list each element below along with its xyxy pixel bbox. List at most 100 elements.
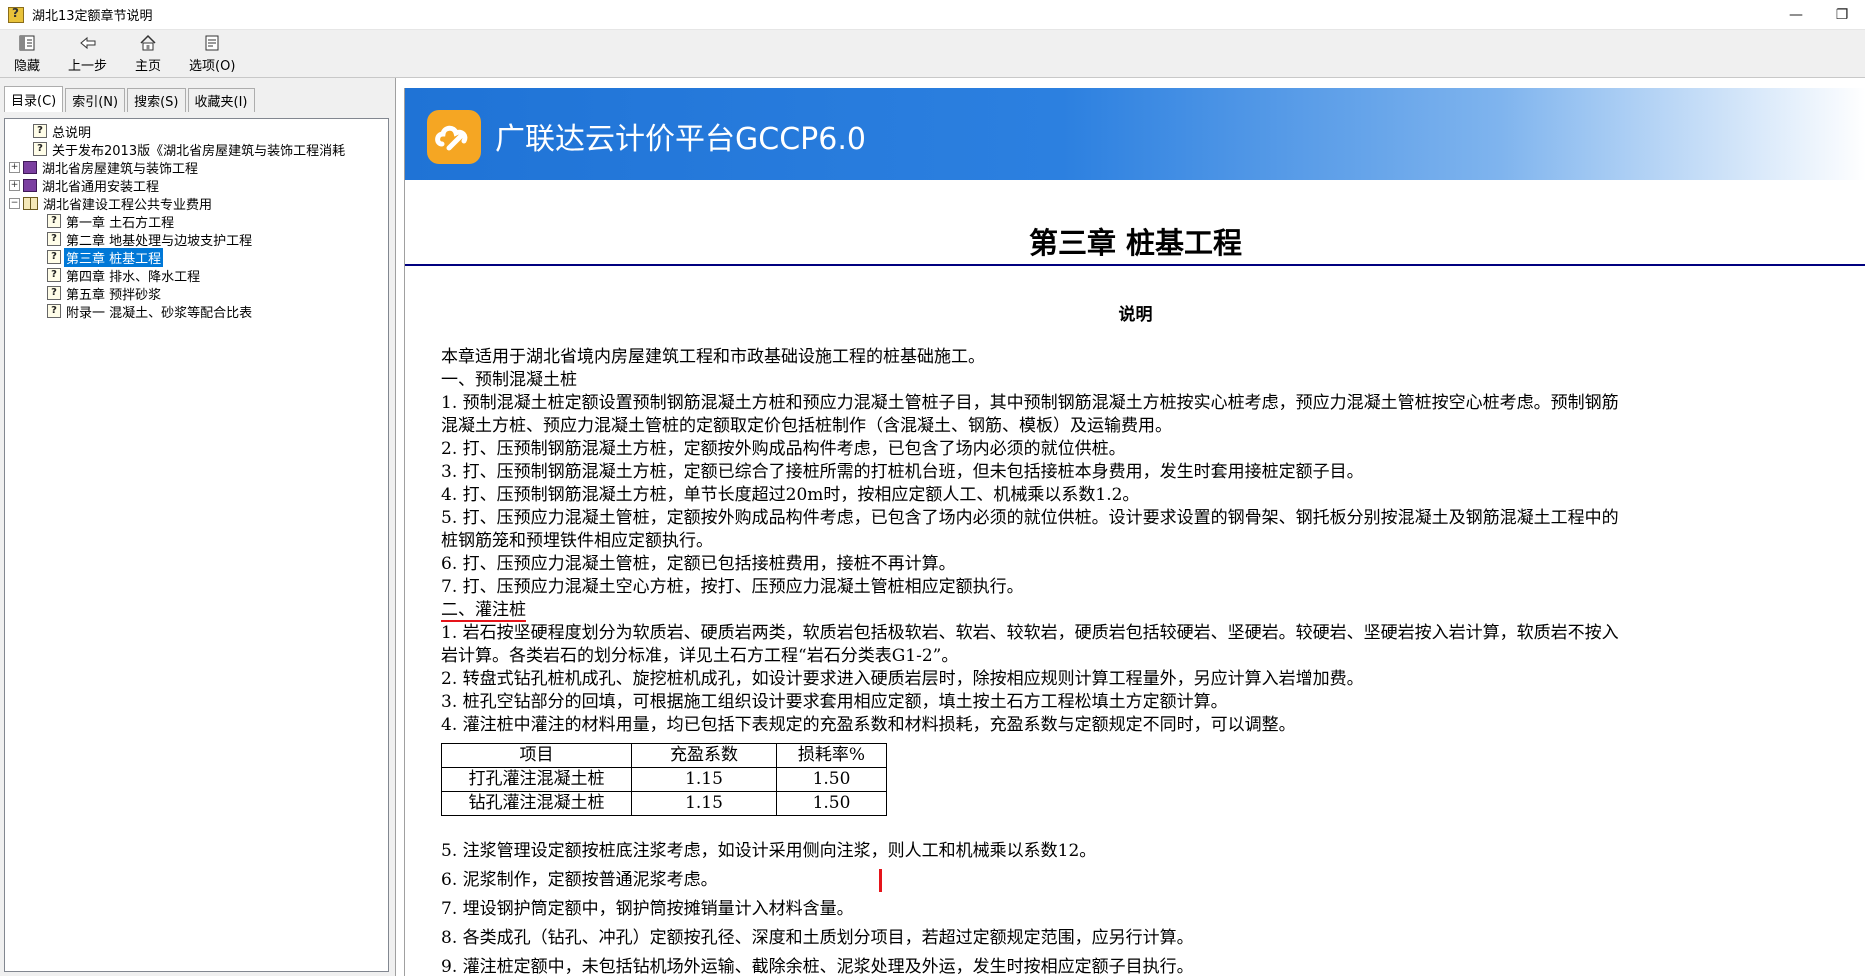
navigation-pane: 目录(C) 索引(N) 搜索(S) 收藏夹(I) ? 总说明 ? 关于发布201… (0, 78, 396, 976)
section-heading-cast-in-place: 二、灌注桩 (441, 599, 1861, 622)
paragraph: 5. 打、压预应力混凝土管桩，定额按外购成品构件考虑，已包含了场内必须的就位供桩… (441, 508, 1619, 528)
window-title: 湖北13定额章节说明 (32, 9, 153, 24)
help-page-icon: ? (47, 304, 61, 318)
paragraph: 8. 各类成孔（钻孔、冲孔）定额按孔径、深度和土质划分项目，若超过定额规定范围，… (441, 928, 1194, 948)
home-button[interactable]: 主页 (121, 30, 175, 78)
tab-contents[interactable]: 目录(C) (4, 86, 64, 112)
paragraph: 3. 桩孔空钻部分的回填，可根据施工组织设计要求套用相应定额，填土按土石方工程松… (441, 692, 1228, 712)
help-page-icon: ? (33, 142, 47, 156)
table-header: 项目 (441, 743, 632, 768)
tree-item-label: 第四章 排水、降水工程 (66, 269, 201, 285)
contents-tree: ? 总说明 ? 关于发布2013版《湖北省房屋建筑与装饰工程消耗 + 湖北省房屋… (4, 118, 389, 972)
tree-item-public[interactable]: − 湖北省建设工程公共专业费用 (5, 194, 388, 213)
back-button[interactable]: 上一步 (54, 30, 121, 78)
tree-item-label: 关于发布2013版《湖北省房屋建筑与装饰工程消耗 (52, 143, 346, 159)
options-button[interactable]: 选项(O) (175, 30, 249, 78)
table-header-row: 项目 充盈系数 损耗率% (441, 743, 887, 768)
red-highlight-box: 6. 泥浆制作，定额按普通泥浆考虑。 (441, 869, 882, 892)
chapter-body: 本章适用于湖北省境内房屋建筑工程和市政基础设施工程的桩基础施工。 一、预制混凝土… (441, 346, 1861, 976)
section-title: 说明 (1118, 305, 1153, 325)
tree-item-label: 附录一 混凝土、砂浆等配合比表 (66, 305, 253, 321)
paragraph: 混凝土方桩、预应力混凝土管桩的定额取定价包括桩制作（含混凝土、钢筋、模板）及运输… (441, 416, 1172, 436)
tab-search[interactable]: 搜索(S) (127, 88, 186, 112)
paragraph: 一、预制混凝土桩 (441, 370, 577, 390)
paragraph: 6. 打、压预应力混凝土管桩，定额已包括接桩费用，接桩不再计算。 (441, 554, 956, 574)
title-divider (405, 264, 1865, 266)
tree-item-label: 湖北省建设工程公共专业费用 (43, 197, 213, 213)
table-cell: 1.50 (776, 791, 887, 816)
nav-tabs: 目录(C) 索引(N) 搜索(S) 收藏夹(I) (4, 86, 257, 112)
table-cell: 打孔灌注混凝土桩 (441, 767, 632, 792)
paragraph: 岩计算。各类岩石的划分标准，详见土石方工程“岩石分类表G1-2”。 (441, 646, 959, 666)
tree-item-building[interactable]: + 湖北省房屋建筑与装饰工程 (5, 158, 388, 177)
tree-item-appendix-1[interactable]: ? 附录一 混凝土、砂浆等配合比表 (5, 302, 388, 321)
expand-icon[interactable]: + (9, 179, 20, 191)
tree-item-chapter-2[interactable]: ? 第二章 地基处理与边坡支护工程 (5, 230, 388, 249)
paragraph: 3. 打、压预制钢筋混凝土方桩，定额已综合了接桩所需的打桩机台班，但未包括接桩本… (441, 462, 1364, 482)
paragraph: 4. 打、压预制钢筋混凝土方桩，单节长度超过20m时，按相应定额人工、机械乘以系… (441, 485, 1140, 505)
paragraph: 1. 岩石按坚硬程度划分为软质岩、硬质岩两类，软质岩包括极软岩、软岩、较软岩，硬… (441, 623, 1619, 643)
tree-item-chapter-4[interactable]: ? 第四章 排水、降水工程 (5, 266, 388, 285)
help-page-icon: ? (47, 214, 61, 228)
table-cell: 1.15 (631, 791, 777, 816)
toolbar: 隐藏 上一步 主页 选项(O) (0, 30, 1865, 78)
red-underlined-heading: 二、灌注桩 (441, 600, 526, 622)
table-row: 钻孔灌注混凝土桩 1.15 1.50 (441, 791, 887, 816)
tab-favorites[interactable]: 收藏夹(I) (187, 88, 255, 112)
paragraph: 4. 灌注桩中灌注的材料用量，均已包括下表规定的充盈系数和材料损耗，充盈系数与定… (441, 715, 1296, 735)
window-controls: — ❐ (1773, 0, 1865, 30)
closed-book-icon (23, 160, 37, 174)
help-page-icon: ? (47, 250, 61, 264)
paragraph: 1. 预制混凝土桩定额设置预制钢筋混凝土方桩和预应力混凝土管桩子目，其中预制钢筋… (441, 393, 1619, 413)
hide-button[interactable]: 隐藏 (0, 30, 54, 78)
tree-item-installation[interactable]: + 湖北省通用安装工程 (5, 176, 388, 195)
tree-item-chapter-5[interactable]: ? 第五章 预拌砂浆 (5, 284, 388, 303)
table-cell: 1.50 (776, 767, 887, 792)
open-book-icon (23, 196, 38, 210)
expand-icon[interactable]: + (9, 161, 20, 173)
tree-item-label: 第一章 土石方工程 (66, 215, 175, 231)
table-header: 损耗率% (776, 743, 887, 768)
product-banner: 广联达云计价平台GCCP6.0 (405, 88, 1865, 180)
paragraph: 7. 打、压预应力混凝土空心方桩，按打、压预应力混凝土管桩相应定额执行。 (441, 577, 1024, 597)
closed-book-icon (23, 178, 37, 192)
tree-item-label: 第五章 预拌砂浆 (66, 287, 162, 303)
hide-label: 隐藏 (14, 59, 41, 74)
collapse-icon[interactable]: − (9, 197, 20, 209)
back-label: 上一步 (68, 59, 108, 74)
help-page-icon: ? (47, 268, 61, 282)
table-cell: 1.15 (631, 767, 777, 792)
paragraph: 5. 注浆管理设定额按桩底注浆考虑，如设计采用侧向注浆，则人工和机械乘以系数12… (441, 841, 1097, 861)
tree-item-label: 第二章 地基处理与边坡支护工程 (66, 233, 253, 249)
tree-item-label: 湖北省房屋建筑与装饰工程 (42, 161, 199, 177)
cloud-logo-icon (427, 110, 481, 164)
banner-title: 广联达云计价平台GCCP6.0 (495, 122, 866, 157)
tree-item-chapter-3[interactable]: ? 第三章 桩基工程 (5, 247, 388, 267)
back-arrow-icon (79, 36, 96, 50)
minimize-button[interactable]: — (1773, 0, 1819, 30)
tree-item-chapter-1[interactable]: ? 第一章 土石方工程 (5, 212, 388, 231)
help-page-icon: ? (33, 124, 47, 138)
paragraph: 2. 打、压预制钢筋混凝土方桩，定额按外购成品构件考虑，已包含了场内必须的就位供… (441, 439, 1126, 459)
table-row: 打孔灌注混凝土桩 1.15 1.50 (441, 767, 887, 792)
paragraph: 桩钢筋笼和预埋铁件相应定额执行。 (441, 531, 713, 551)
title-bar: 湖北13定额章节说明 — ❐ (0, 0, 1865, 30)
paragraph: 7. 埋设钢护筒定额中，钢护筒按摊销量计入材料含量。 (441, 899, 854, 919)
paragraph: 本章适用于湖北省境内房屋建筑工程和市政基础设施工程的桩基础施工。 (441, 347, 985, 367)
restore-button[interactable]: ❐ (1819, 0, 1865, 30)
fill-coefficient-table: 项目 充盈系数 损耗率% 打孔灌注混凝土桩 1.15 1.50 钻孔灌注混凝土桩… (441, 743, 887, 816)
paragraph: 2. 转盘式钻孔桩机成孔、旋挖桩机成孔，如设计要求进入硬质岩层时，除按相应规则计… (441, 669, 1364, 689)
table-header: 充盈系数 (631, 743, 777, 768)
home-icon (140, 34, 156, 51)
options-label: 选项(O) (189, 59, 236, 74)
paragraph: 9. 灌注桩定额中，未包括钻机场外运输、截除余桩、泥浆处理及外运，发生时按相应定… (441, 957, 1194, 976)
tree-item-label: 湖北省通用安装工程 (42, 179, 160, 195)
tree-item-general[interactable]: ? 总说明 (5, 122, 388, 141)
chapter-title: 第三章 桩基工程 (1028, 226, 1243, 260)
help-page-icon: ? (47, 286, 61, 300)
home-label: 主页 (135, 59, 162, 74)
tree-item-notice[interactable]: ? 关于发布2013版《湖北省房屋建筑与装饰工程消耗 (5, 140, 388, 159)
table-cell: 钻孔灌注混凝土桩 (441, 791, 632, 816)
highlighted-paragraph: 6. 泥浆制作，定额按普通泥浆考虑。 (441, 869, 1861, 892)
tab-index[interactable]: 索引(N) (65, 88, 126, 112)
